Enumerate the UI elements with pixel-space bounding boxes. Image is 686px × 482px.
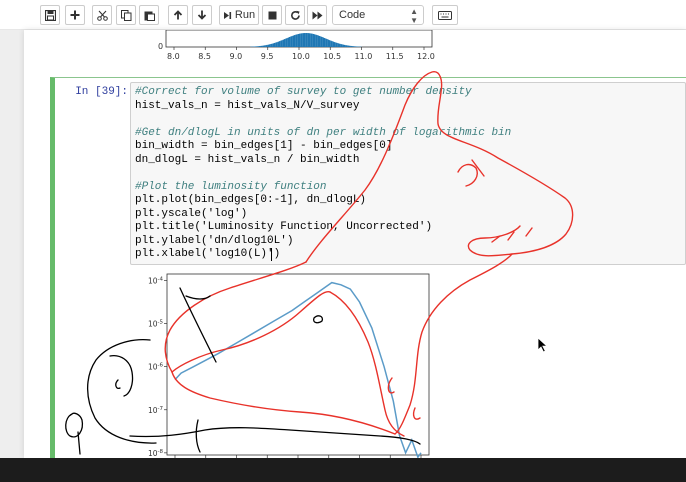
red-scribble-drawing — [164, 71, 574, 437]
mouse-pointer-icon — [537, 337, 549, 353]
taskbar — [0, 458, 686, 482]
drawing-overlay — [65, 71, 574, 455]
notebook-window: Run Code ▲ ▼ 0 8.0 8.5 9.0 9.5 10.0 10.5 11.0 11… — [0, 0, 686, 482]
black-scribble-drawing — [65, 287, 421, 455]
